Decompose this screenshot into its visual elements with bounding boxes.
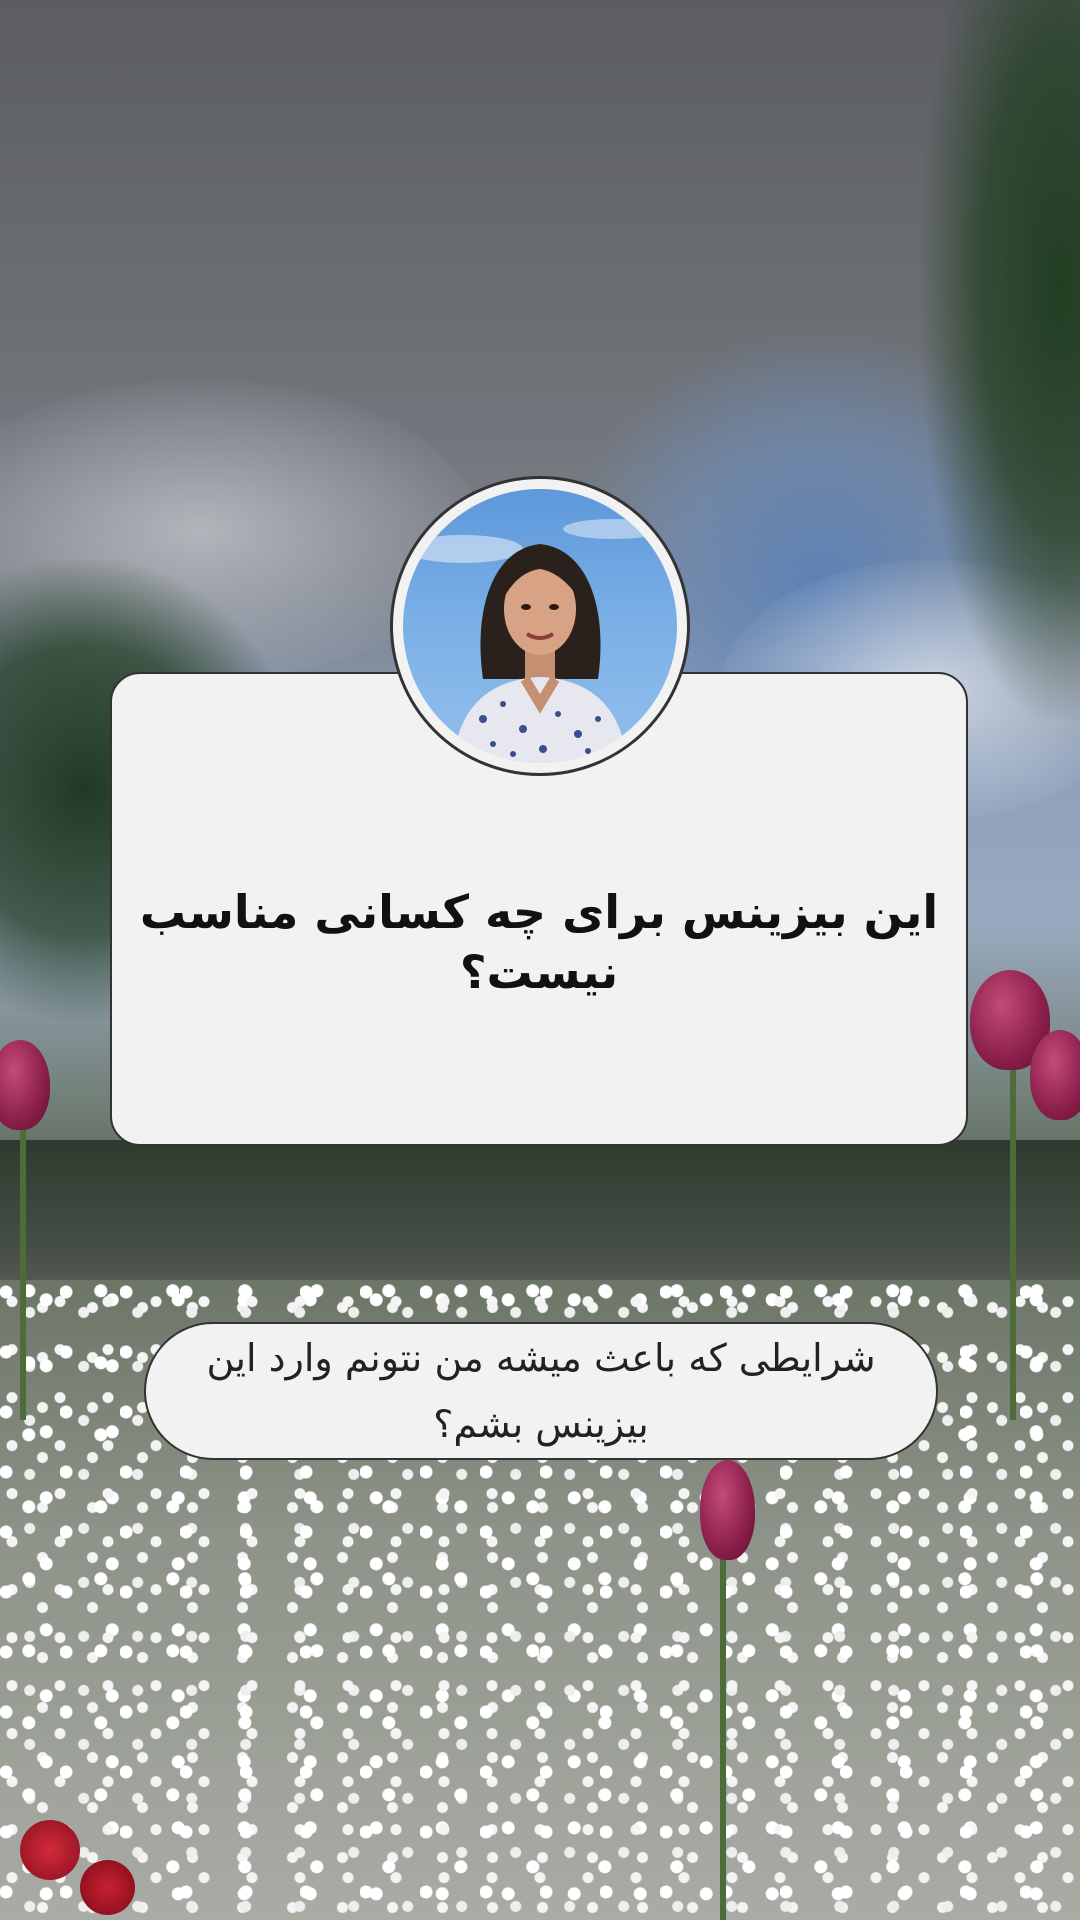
background-scene: این بیزینس برای چه کسانی مناسب نیست؟ شرا… <box>0 0 1080 1920</box>
tulip-flower <box>1030 1030 1080 1120</box>
title-text: این بیزینس برای چه کسانی مناسب نیست؟ <box>139 885 939 999</box>
tree-right <box>920 0 1080 720</box>
avatar-photo <box>403 489 677 763</box>
tulip-flower <box>0 1040 50 1130</box>
red-flower <box>20 1820 80 1880</box>
avatar <box>390 476 690 776</box>
tulip-stem <box>720 1540 726 1920</box>
tulip-stem <box>1010 1060 1016 1420</box>
red-flower <box>80 1860 135 1915</box>
subtitle-pill: شرایطی که باعث میشه من نتونم وارد این بی… <box>144 1322 938 1460</box>
tulip-stem <box>20 1120 26 1420</box>
tulip-flower <box>700 1460 755 1560</box>
subtitle-text: شرایطی که باعث میشه من نتونم وارد این بی… <box>206 1336 876 1446</box>
portrait-illustration <box>403 519 663 763</box>
